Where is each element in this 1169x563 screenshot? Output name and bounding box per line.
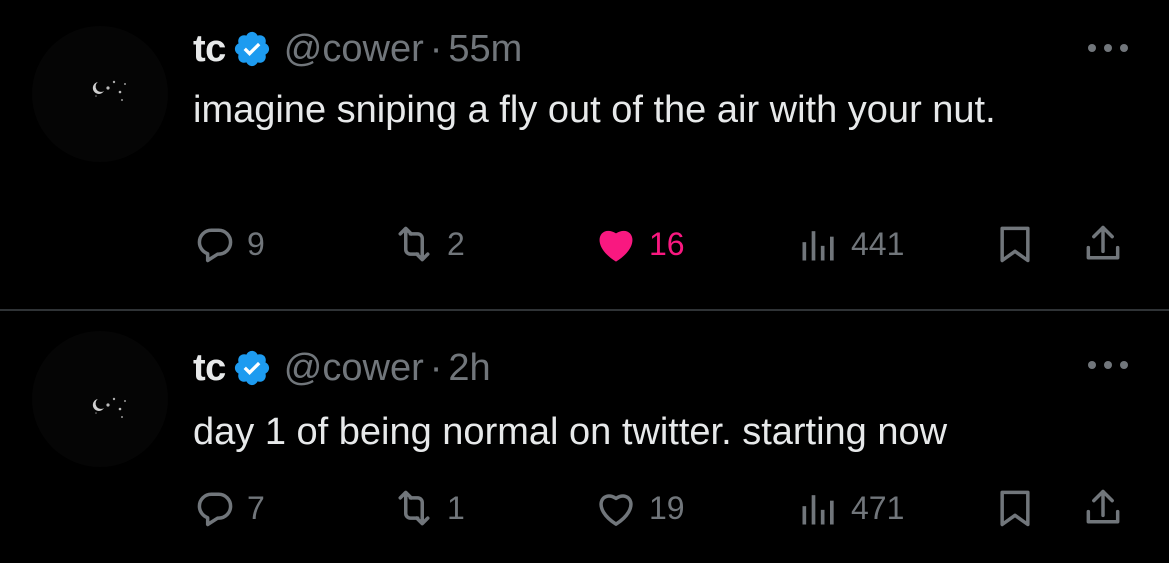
tweet-text: imagine sniping a fly out of the air wit… bbox=[193, 89, 996, 131]
verified-badge-icon bbox=[234, 31, 269, 67]
retweet-icon bbox=[398, 490, 430, 526]
reply-count: 7 bbox=[247, 489, 265, 526]
reply-count: 9 bbox=[247, 225, 265, 262]
bookmark-icon bbox=[1000, 490, 1030, 527]
tweet[interactable]: tc @cower · 2h day 1 of being normal on … bbox=[0, 311, 1169, 563]
tweet-time[interactable]: 2h bbox=[448, 347, 490, 390]
share-icon bbox=[1086, 489, 1120, 524]
views-count: 441 bbox=[851, 225, 905, 262]
views-icon bbox=[802, 495, 834, 525]
avatar[interactable] bbox=[32, 26, 168, 162]
tweet-text: day 1 of being normal on twitter. starti… bbox=[193, 411, 948, 453]
reply-button[interactable]: 9 bbox=[193, 219, 265, 269]
like-button[interactable]: 19 bbox=[593, 483, 685, 533]
like-button[interactable]: 16 bbox=[593, 219, 685, 269]
retweet-button[interactable]: 2 bbox=[391, 219, 465, 269]
author-name[interactable]: tc bbox=[193, 347, 226, 390]
author-name[interactable]: tc bbox=[193, 28, 226, 71]
bookmark-icon bbox=[1000, 226, 1030, 263]
avatar[interactable] bbox=[32, 331, 168, 467]
tweet-header: tc @cower · 55m bbox=[193, 27, 522, 71]
retweet-button[interactable]: 1 bbox=[391, 483, 465, 533]
separator-dot: · bbox=[429, 346, 443, 389]
retweet-count: 1 bbox=[447, 489, 465, 526]
views-icon bbox=[802, 231, 834, 261]
more-icon[interactable] bbox=[1085, 38, 1131, 58]
moon-stars-image bbox=[92, 397, 126, 418]
bookmark-button[interactable] bbox=[993, 219, 1037, 269]
tweet-actions: 7 1 19 471 bbox=[193, 483, 1131, 533]
share-button[interactable] bbox=[1081, 483, 1125, 533]
share-button[interactable] bbox=[1081, 219, 1125, 269]
views-count: 471 bbox=[851, 489, 905, 526]
more-icon[interactable] bbox=[1085, 355, 1131, 375]
heart-outline-icon bbox=[599, 494, 633, 526]
tweet-time[interactable]: 55m bbox=[448, 28, 522, 71]
retweet-icon bbox=[398, 226, 430, 262]
like-count: 16 bbox=[649, 225, 685, 262]
retweet-count: 2 bbox=[447, 225, 465, 262]
moon-stars-image bbox=[92, 80, 126, 101]
like-count: 19 bbox=[649, 489, 685, 526]
tweet[interactable]: tc @cower · 55m imagine sniping a fly ou… bbox=[0, 0, 1169, 310]
heart-icon bbox=[599, 230, 633, 262]
author-handle[interactable]: @cower bbox=[284, 347, 424, 390]
separator-dot: · bbox=[429, 27, 443, 70]
share-icon bbox=[1086, 225, 1120, 260]
tweet-actions: 9 2 16 441 bbox=[193, 219, 1131, 269]
tweet-header: tc @cower · 2h bbox=[193, 346, 491, 390]
author-handle[interactable]: @cower bbox=[284, 28, 424, 71]
reply-icon bbox=[197, 492, 233, 527]
verified-badge-icon bbox=[234, 350, 269, 386]
views-button[interactable]: 441 bbox=[797, 219, 904, 269]
reply-button[interactable]: 7 bbox=[193, 483, 265, 533]
bookmark-button[interactable] bbox=[993, 483, 1037, 533]
views-button[interactable]: 471 bbox=[797, 483, 904, 533]
reply-icon bbox=[197, 228, 233, 263]
